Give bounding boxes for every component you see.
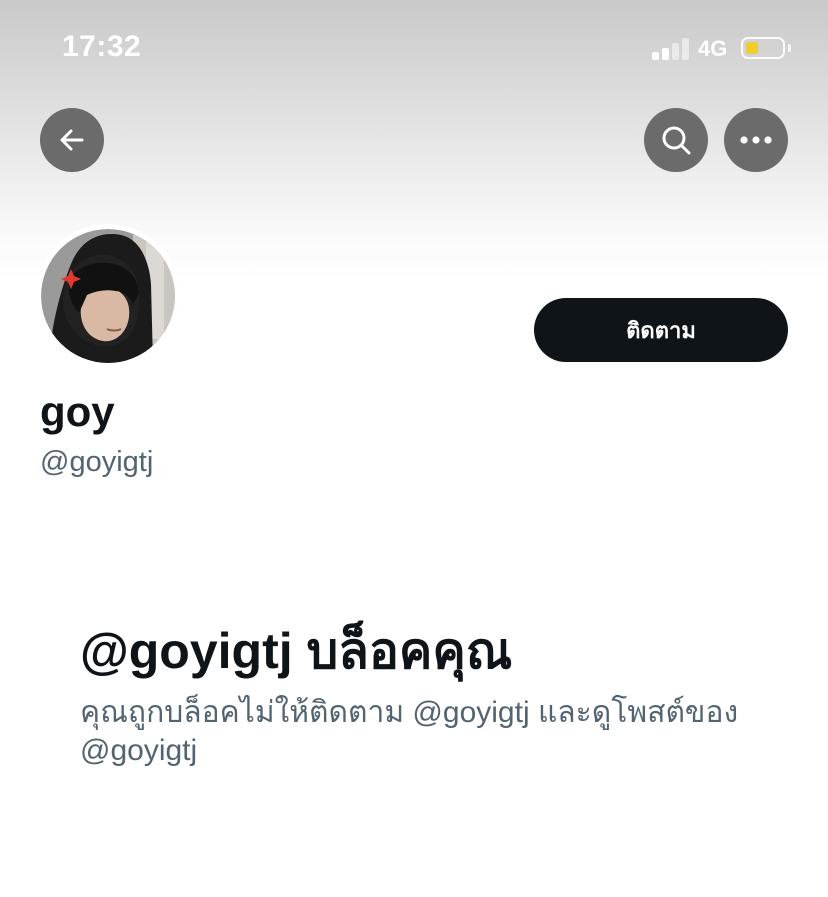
- arrow-left-icon: [60, 129, 84, 151]
- blocked-title: @goyigtj บล็อคคุณ: [80, 623, 513, 679]
- profile-display-name: goy: [40, 388, 115, 435]
- status-bar: 17:32 4G: [0, 0, 828, 100]
- more-options-button[interactable]: [724, 108, 788, 172]
- avatar-photo: [41, 229, 175, 363]
- more-horizontal-icon: [740, 136, 772, 144]
- avatar[interactable]: [36, 224, 180, 368]
- back-button[interactable]: [40, 108, 104, 172]
- search-button[interactable]: [644, 108, 708, 172]
- blocked-description: คุณถูกบล็อคไม่ให้ติดตาม @goyigtj และดูโพ…: [80, 696, 739, 767]
- search-icon: [662, 126, 691, 155]
- battery-level: [746, 42, 758, 54]
- follow-button[interactable]: ติดตาม: [534, 298, 788, 362]
- network-type: 4G: [698, 36, 728, 61]
- battery-icon: [741, 37, 785, 59]
- profile-handle: @goyigtj: [40, 446, 154, 478]
- status-time: 17:32: [62, 30, 142, 63]
- battery-cap: [788, 44, 791, 52]
- cellular-signal-icon: [652, 38, 690, 60]
